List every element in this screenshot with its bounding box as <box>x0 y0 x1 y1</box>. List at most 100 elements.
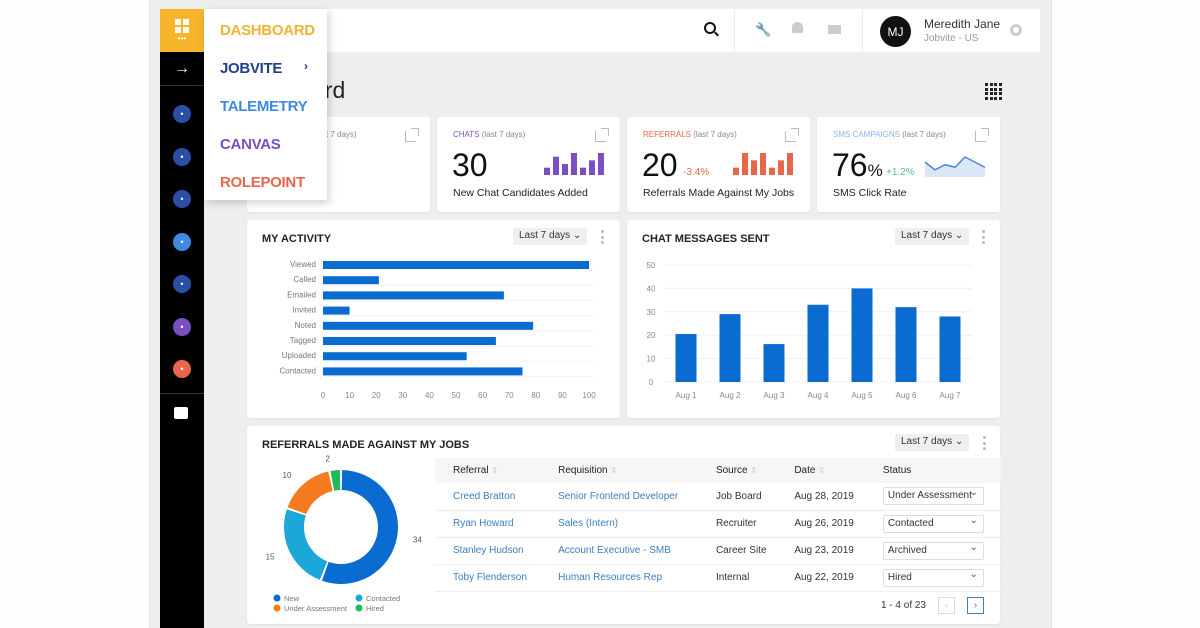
column-header-date[interactable]: Date ⇕ <box>776 458 865 483</box>
legend-label: New <box>284 594 300 603</box>
slice-contacted <box>284 509 328 580</box>
chat-bar-chart: 0 10 20 30 40 50 Aug 1 Aug 2 Aug 3 Aug 4 Aug 5 Aug … <box>647 261 972 400</box>
column-header-source[interactable]: Source ⇕ <box>697 458 777 483</box>
megaphone-icon[interactable]: • <box>173 232 191 251</box>
menu-item-jobvite[interactable]: JOBVITE <box>220 60 282 77</box>
external-link-icon[interactable] <box>785 128 799 142</box>
bar-aug-1 <box>675 334 697 382</box>
wand-icon[interactable]: • <box>173 190 191 208</box>
sparkline-chats <box>544 153 604 175</box>
chart-icon[interactable]: • <box>173 317 191 336</box>
sort-icon[interactable]: ⇕ <box>610 466 617 475</box>
kpi-card-sms: SMS CAMPAIGNS (last 7 days) 76% +1.2% SM… <box>817 117 1000 212</box>
cell-referral[interactable]: Stanley Hudson <box>435 537 541 565</box>
column-header-referral[interactable]: Referral ⇕ <box>435 458 541 483</box>
date-range-dropdown[interactable]: Last 7 days ⌄ <box>895 434 970 451</box>
date-range-dropdown[interactable]: Last 7 days ⌄ <box>513 228 588 245</box>
column-header-requisition[interactable]: Requisition ⇕ <box>540 458 698 483</box>
settings-icon[interactable]: • <box>173 360 191 378</box>
grid-dot <box>998 83 1002 86</box>
more-options-icon[interactable] <box>982 230 985 244</box>
cell-requisition[interactable]: Senior Frontend Developer <box>540 483 698 511</box>
menu-item-rolepoint[interactable]: ROLEPOINT <box>220 174 305 191</box>
cell-referral[interactable]: Creed Bratton <box>435 483 541 511</box>
user-name[interactable]: Meredith Jane <box>924 17 1000 31</box>
category-label: Aug 7 <box>940 391 961 400</box>
gear-icon[interactable] <box>1010 24 1022 36</box>
menu-item-dashboard[interactable]: DASHBOARD <box>220 22 315 39</box>
status-select[interactable]: Hired <box>882 568 984 587</box>
top-bar: 🔧 MJ Meredith Jane Jobvite - US <box>204 9 1040 52</box>
sort-icon[interactable]: ⇕ <box>750 466 757 475</box>
external-link-icon[interactable] <box>975 128 989 142</box>
kpi-value: 20 <box>642 147 678 183</box>
grid-dot <box>998 87 1002 91</box>
my-activity-panel: MY ACTIVITY Last 7 days ⌄ Viewed Called Em… <box>247 220 620 418</box>
grid-dot <box>994 83 997 86</box>
more-options-icon[interactable] <box>983 436 986 450</box>
avatar[interactable]: MJ <box>880 16 911 47</box>
cell-source: Job Board <box>697 483 777 511</box>
app-switcher-button[interactable]: ••• <box>160 9 204 52</box>
cell-source: Career Site <box>697 537 777 565</box>
external-link-icon[interactable] <box>405 128 419 142</box>
grid-dot <box>998 96 1002 100</box>
menu-item-talemetry[interactable]: TALEMETRY <box>220 98 308 115</box>
grid-dot <box>989 92 993 95</box>
legend-label: Contacted <box>366 594 400 603</box>
grid-dot <box>998 92 1002 95</box>
more-options-icon[interactable] <box>601 230 604 244</box>
widgets-icon[interactable] <box>174 407 188 419</box>
next-page-button[interactable]: › <box>967 597 984 614</box>
sort-icon[interactable]: ⇕ <box>818 466 825 475</box>
mail-icon[interactable] <box>828 25 841 34</box>
column-header-status[interactable]: Status <box>864 458 1001 483</box>
slice-new <box>321 470 398 584</box>
kpi-value: 30 <box>452 147 488 183</box>
referrals-donut-chart: 34 15 10 2 New Contacted Under Assessment Hired <box>266 454 423 613</box>
spark-bar <box>553 156 559 175</box>
bar-viewed <box>323 261 589 269</box>
bell-icon[interactable] <box>792 22 803 33</box>
app-menu: DASHBOARD JOBVITE TALEMETRY CANVAS ROLEPOINT… <box>204 9 327 200</box>
status-select[interactable]: Contacted <box>882 514 984 533</box>
prev-page-button[interactable]: ‹ <box>938 597 955 614</box>
kpi-label: SMS CAMPAIGNS (last 7 days) <box>833 130 946 139</box>
cell-referral[interactable]: Ryan Howard <box>435 510 541 538</box>
kpi-subtitle: SMS Click Rate <box>833 187 907 199</box>
spark-bar <box>751 160 757 175</box>
expand-arrow-icon[interactable]: → <box>160 52 204 86</box>
external-link-icon[interactable] <box>595 128 609 142</box>
cell-requisition[interactable]: Account Executive - SMB <box>540 537 698 565</box>
cell-requisition[interactable]: Human Resources Rep <box>540 564 698 592</box>
sort-icon[interactable]: ⇕ <box>491 466 498 475</box>
rail-divider <box>160 393 204 394</box>
grid-dot <box>985 96 988 100</box>
date-range-dropdown[interactable]: Last 7 days ⌄ <box>895 228 970 245</box>
category-label: Aug 2 <box>720 391 741 400</box>
category-label: Aug 3 <box>764 391 785 400</box>
slice-value-label: 34 <box>413 535 422 544</box>
tick-label: 10 <box>647 355 656 364</box>
status-select[interactable]: Archived <box>882 541 984 560</box>
tick-label: 40 <box>647 284 656 293</box>
user-org: Jobvite - US <box>924 33 979 44</box>
bar-aug-7 <box>939 316 961 382</box>
briefcase-icon[interactable]: • <box>173 105 191 123</box>
menu-item-canvas[interactable]: CANVAS <box>220 136 281 153</box>
wrench-icon[interactable]: 🔧 <box>755 22 771 38</box>
category-label: Emailed <box>287 290 316 299</box>
people-icon[interactable]: • <box>173 147 191 166</box>
cell-date: Aug 26, 2019 <box>776 510 865 538</box>
legend-swatch <box>355 604 363 612</box>
binoculars-icon[interactable]: • <box>173 275 191 293</box>
cell-referral[interactable]: Toby Flenderson <box>435 564 541 592</box>
kpi-value: 76% <box>832 147 883 183</box>
tick-label: 20 <box>647 331 656 340</box>
referrals-table: Referral ⇕ Requisition ⇕ Source ⇕ Date ⇕ Sta… <box>435 458 1001 592</box>
cell-date: Aug 23, 2019 <box>776 537 865 565</box>
status-select[interactable]: Under Assessment <box>882 487 984 506</box>
apps-grid-icon[interactable] <box>985 83 1002 100</box>
slice-hired <box>330 470 341 491</box>
cell-requisition[interactable]: Sales (Intern) <box>540 510 698 538</box>
